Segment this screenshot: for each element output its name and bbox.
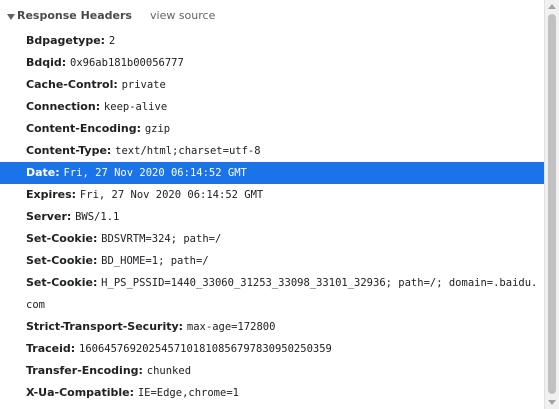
- header-name: Bdqid:: [26, 56, 71, 69]
- header-value: BDSVRTM=324; path=/: [101, 233, 222, 245]
- header-value: text/html;charset=utf-8: [115, 145, 261, 157]
- header-value: BD_HOME=1; path=/: [101, 255, 209, 267]
- header-row-content-encoding[interactable]: Content-Encoding: gzip: [0, 118, 544, 140]
- header-value: keep-alive: [103, 101, 168, 113]
- header-value: IE=Edge,chrome=1: [137, 387, 239, 399]
- header-row-expires[interactable]: Expires: Fri, 27 Nov 2020 06:14:52 GMT: [0, 184, 544, 206]
- header-row-transfer-encoding[interactable]: Transfer-Encoding: chunked: [0, 360, 544, 382]
- header-name: Set-Cookie:: [26, 232, 102, 245]
- header-name: Transfer-Encoding:: [26, 364, 147, 377]
- scroll-up-arrow-icon[interactable]: [548, 4, 556, 9]
- header-row-content-type[interactable]: Content-Type: text/html;charset=utf-8: [0, 140, 544, 162]
- header-name: Date:: [26, 166, 64, 179]
- header-value: 1606457692025457101810856797830950250359: [79, 343, 332, 355]
- header-name: Set-Cookie:: [26, 254, 102, 267]
- triangle-down-icon[interactable]: [7, 14, 15, 20]
- header-name: Bdpagetype:: [26, 34, 109, 47]
- header-value: max-age=172800: [186, 321, 276, 333]
- section-title[interactable]: Response Headers: [17, 9, 132, 22]
- header-row-connection[interactable]: Connection: keep-alive: [0, 96, 544, 118]
- header-value: H_PS_PSSID=1440_33060_31253_33098_33101_…: [26, 277, 538, 311]
- header-value: 2: [108, 35, 116, 47]
- header-name: X-Ua-Compatible:: [26, 386, 138, 399]
- header-row-bdpagetype[interactable]: Bdpagetype: 2: [0, 30, 544, 52]
- header-row-x-ua-compatible[interactable]: X-Ua-Compatible: IE=Edge,chrome=1: [0, 382, 544, 404]
- header-row-traceid[interactable]: Traceid: 1606457692025457101810856797830…: [0, 338, 544, 360]
- scrollbar-thumb[interactable]: [548, 14, 556, 394]
- header-name: Connection:: [26, 100, 104, 113]
- header-value: BWS/1.1: [75, 211, 120, 223]
- header-value: Fri, 27 Nov 2020 06:14:52 GMT: [63, 167, 247, 179]
- header-value: private: [121, 79, 166, 91]
- header-row-server[interactable]: Server: BWS/1.1: [0, 206, 544, 228]
- header-value: Fri, 27 Nov 2020 06:14:52 GMT: [79, 189, 264, 201]
- scroll-down-arrow-icon[interactable]: [548, 400, 556, 405]
- header-name: Strict-Transport-Security:: [26, 320, 187, 333]
- vertical-scrollbar[interactable]: [544, 0, 559, 409]
- header-value: gzip: [144, 123, 171, 135]
- response-headers-panel: Response Headers view source Bdpagetype:…: [0, 0, 544, 409]
- header-name: Traceid:: [26, 342, 79, 355]
- header-row-cache-control[interactable]: Cache-Control: private: [0, 74, 544, 96]
- header-value: 0x96ab181b00056777: [70, 57, 184, 69]
- header-row-strict-transport-security[interactable]: Strict-Transport-Security: max-age=17280…: [0, 316, 544, 338]
- header-row-set-cookie[interactable]: Set-Cookie: H_PS_PSSID=1440_33060_31253_…: [0, 272, 544, 316]
- response-headers-section-header[interactable]: Response Headers view source: [0, 0, 544, 32]
- header-name: Content-Encoding:: [26, 122, 145, 135]
- view-source-link[interactable]: view source: [150, 9, 215, 22]
- header-name: Content-Type:: [26, 144, 116, 157]
- header-name: Expires:: [26, 188, 80, 201]
- headers-list: Bdpagetype: 2 Bdqid: 0x96ab181b00056777 …: [0, 30, 544, 404]
- header-name: Server:: [26, 210, 76, 223]
- header-row-set-cookie[interactable]: Set-Cookie: BDSVRTM=324; path=/: [0, 228, 544, 250]
- header-row-date[interactable]: Date: Fri, 27 Nov 2020 06:14:52 GMT: [0, 162, 544, 184]
- header-name: Set-Cookie:: [26, 276, 102, 289]
- header-row-set-cookie[interactable]: Set-Cookie: BD_HOME=1; path=/: [0, 250, 544, 272]
- header-row-bdqid[interactable]: Bdqid: 0x96ab181b00056777: [0, 52, 544, 74]
- header-name: Cache-Control:: [26, 78, 122, 91]
- header-value: chunked: [146, 365, 192, 377]
